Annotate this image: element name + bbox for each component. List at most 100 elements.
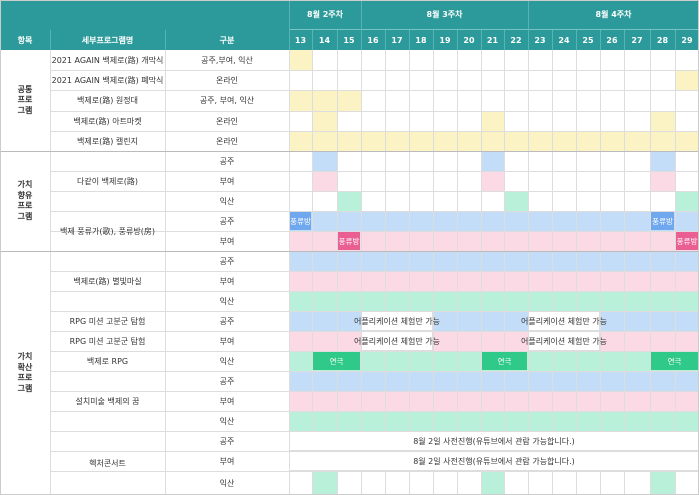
region-label: 익산 bbox=[219, 416, 235, 426]
header-divider bbox=[433, 30, 434, 50]
grid-line bbox=[552, 50, 553, 495]
region-label: 부여 bbox=[219, 236, 235, 246]
region-label: 공주 bbox=[219, 316, 235, 326]
grid-line bbox=[337, 50, 338, 495]
header-divider bbox=[289, 30, 290, 50]
region-label: 공주 bbox=[219, 156, 235, 166]
region-label: 공주,부여, 익산 bbox=[201, 55, 253, 65]
region-label: 부여 bbox=[219, 276, 235, 286]
schedule-tag: 풍류방 bbox=[651, 212, 674, 230]
header-divider bbox=[385, 30, 386, 50]
header-divider bbox=[675, 30, 676, 50]
region-label: 공주, 부여, 익산 bbox=[199, 96, 255, 105]
header-category-blank bbox=[0, 0, 289, 30]
fill-together-gongju bbox=[312, 151, 337, 171]
day-header: 13 bbox=[289, 30, 312, 50]
day-header: 22 bbox=[504, 30, 528, 50]
day-header: 23 bbox=[528, 30, 552, 50]
region-label: 익산 bbox=[219, 478, 235, 488]
grid-line bbox=[504, 50, 505, 495]
header-divider bbox=[576, 30, 577, 50]
grid-line bbox=[481, 50, 482, 495]
schedule-tag: 풍류방 bbox=[676, 232, 698, 250]
region-label: 부여 bbox=[219, 176, 235, 186]
header-divider bbox=[361, 30, 362, 50]
header-divider bbox=[600, 30, 601, 50]
grid-line bbox=[457, 50, 458, 495]
day-header: 14 bbox=[312, 30, 337, 50]
header-divider bbox=[409, 30, 410, 50]
region-label: 온라인 bbox=[215, 116, 239, 126]
header-divider bbox=[624, 30, 625, 50]
fill-art-iksan bbox=[289, 411, 699, 431]
fill-starlight-iksan bbox=[289, 291, 699, 311]
grid-line bbox=[361, 50, 362, 495]
day-header: 21 bbox=[481, 30, 504, 50]
region-label: 익산 bbox=[219, 356, 235, 366]
fill-art-buyeo bbox=[289, 391, 699, 411]
header-divider bbox=[528, 30, 529, 50]
program-name: RPG 미션 고분군 탐험 bbox=[69, 336, 146, 346]
schedule-tag: 연극 bbox=[313, 352, 360, 370]
grid-line bbox=[409, 50, 410, 495]
fill-pungryu-gongju bbox=[289, 211, 699, 231]
fill-together-iksan bbox=[675, 191, 699, 211]
fill-artmarket bbox=[650, 111, 675, 131]
header-divider bbox=[457, 30, 458, 50]
header-divider bbox=[552, 30, 553, 50]
fill-concert-iksan bbox=[650, 471, 675, 495]
grid-line bbox=[433, 50, 434, 495]
fill-artmarket bbox=[481, 111, 504, 131]
day-header: 18 bbox=[409, 30, 433, 50]
day-header: 26 bbox=[600, 30, 624, 50]
day-header: 28 bbox=[650, 30, 675, 50]
header-region: 구분 bbox=[165, 30, 289, 50]
program-name: 2021 AGAIN 백제로(路) 개막식 bbox=[51, 55, 164, 65]
region-label: 온라인 bbox=[215, 75, 239, 85]
schedule-note: 어플리케이션 체험만 가능 bbox=[354, 311, 440, 331]
grid-line bbox=[289, 30, 290, 495]
program-name: 백제로(路) 캘린지 bbox=[77, 136, 138, 146]
day-header: 25 bbox=[576, 30, 600, 50]
day-header: 16 bbox=[361, 30, 385, 50]
region-label: 부여 bbox=[219, 396, 235, 406]
schedule-note: 8월 2일 사전진행(유튜브에서 관람 가능합니다.) bbox=[289, 431, 699, 451]
header-divider bbox=[481, 30, 482, 50]
grid-line bbox=[624, 50, 625, 495]
week-header: 8월 3주차 bbox=[361, 0, 528, 30]
region-label: 부여 bbox=[219, 456, 235, 466]
day-header: 20 bbox=[457, 30, 481, 50]
fill-together-iksan bbox=[337, 191, 361, 211]
category-label: 가치 향유 프로 그램 bbox=[17, 180, 33, 221]
fill-artmarket bbox=[312, 111, 337, 131]
fill-expedition bbox=[289, 90, 361, 111]
fill-closing bbox=[675, 70, 699, 90]
fill-together-buyeo bbox=[650, 171, 675, 191]
category-label: 가치 확산 프로 그램 bbox=[17, 352, 33, 393]
day-header: 15 bbox=[337, 30, 361, 50]
fill-art-gongju bbox=[289, 371, 699, 391]
fill-starlight-buyeo bbox=[289, 271, 699, 291]
grid-line bbox=[675, 50, 676, 495]
fill-rpg-buyeo bbox=[289, 331, 361, 351]
schedule-note: 어플리케이션 체험만 가능 bbox=[354, 331, 440, 351]
header-divider bbox=[165, 30, 166, 50]
region-label: 공주 bbox=[219, 256, 235, 266]
region-label: 익산 bbox=[219, 196, 235, 206]
week-divider bbox=[528, 0, 529, 30]
region-label: 공주 bbox=[219, 216, 235, 226]
schedule-note: 어플리케이션 체험만 가능 bbox=[521, 311, 607, 331]
header-divider bbox=[504, 30, 505, 50]
grid-line bbox=[600, 50, 601, 495]
fill-together-gongju bbox=[481, 151, 504, 171]
program-name: 백제로(路) 별빛마실 bbox=[73, 276, 142, 286]
header-divider bbox=[312, 30, 313, 50]
program-name: RPG 미션 고분군 탐험 bbox=[69, 316, 146, 326]
fill-together-iksan bbox=[504, 191, 528, 211]
fill-concert-iksan bbox=[481, 471, 504, 495]
fill-concert-iksan bbox=[312, 471, 337, 495]
program-name: 다같이 백제로(路) bbox=[77, 176, 138, 186]
program-name: 설치미술 백제의 꿈 bbox=[75, 396, 140, 406]
grid-line bbox=[576, 50, 577, 495]
week-header: 8월 4주차 bbox=[528, 0, 699, 30]
